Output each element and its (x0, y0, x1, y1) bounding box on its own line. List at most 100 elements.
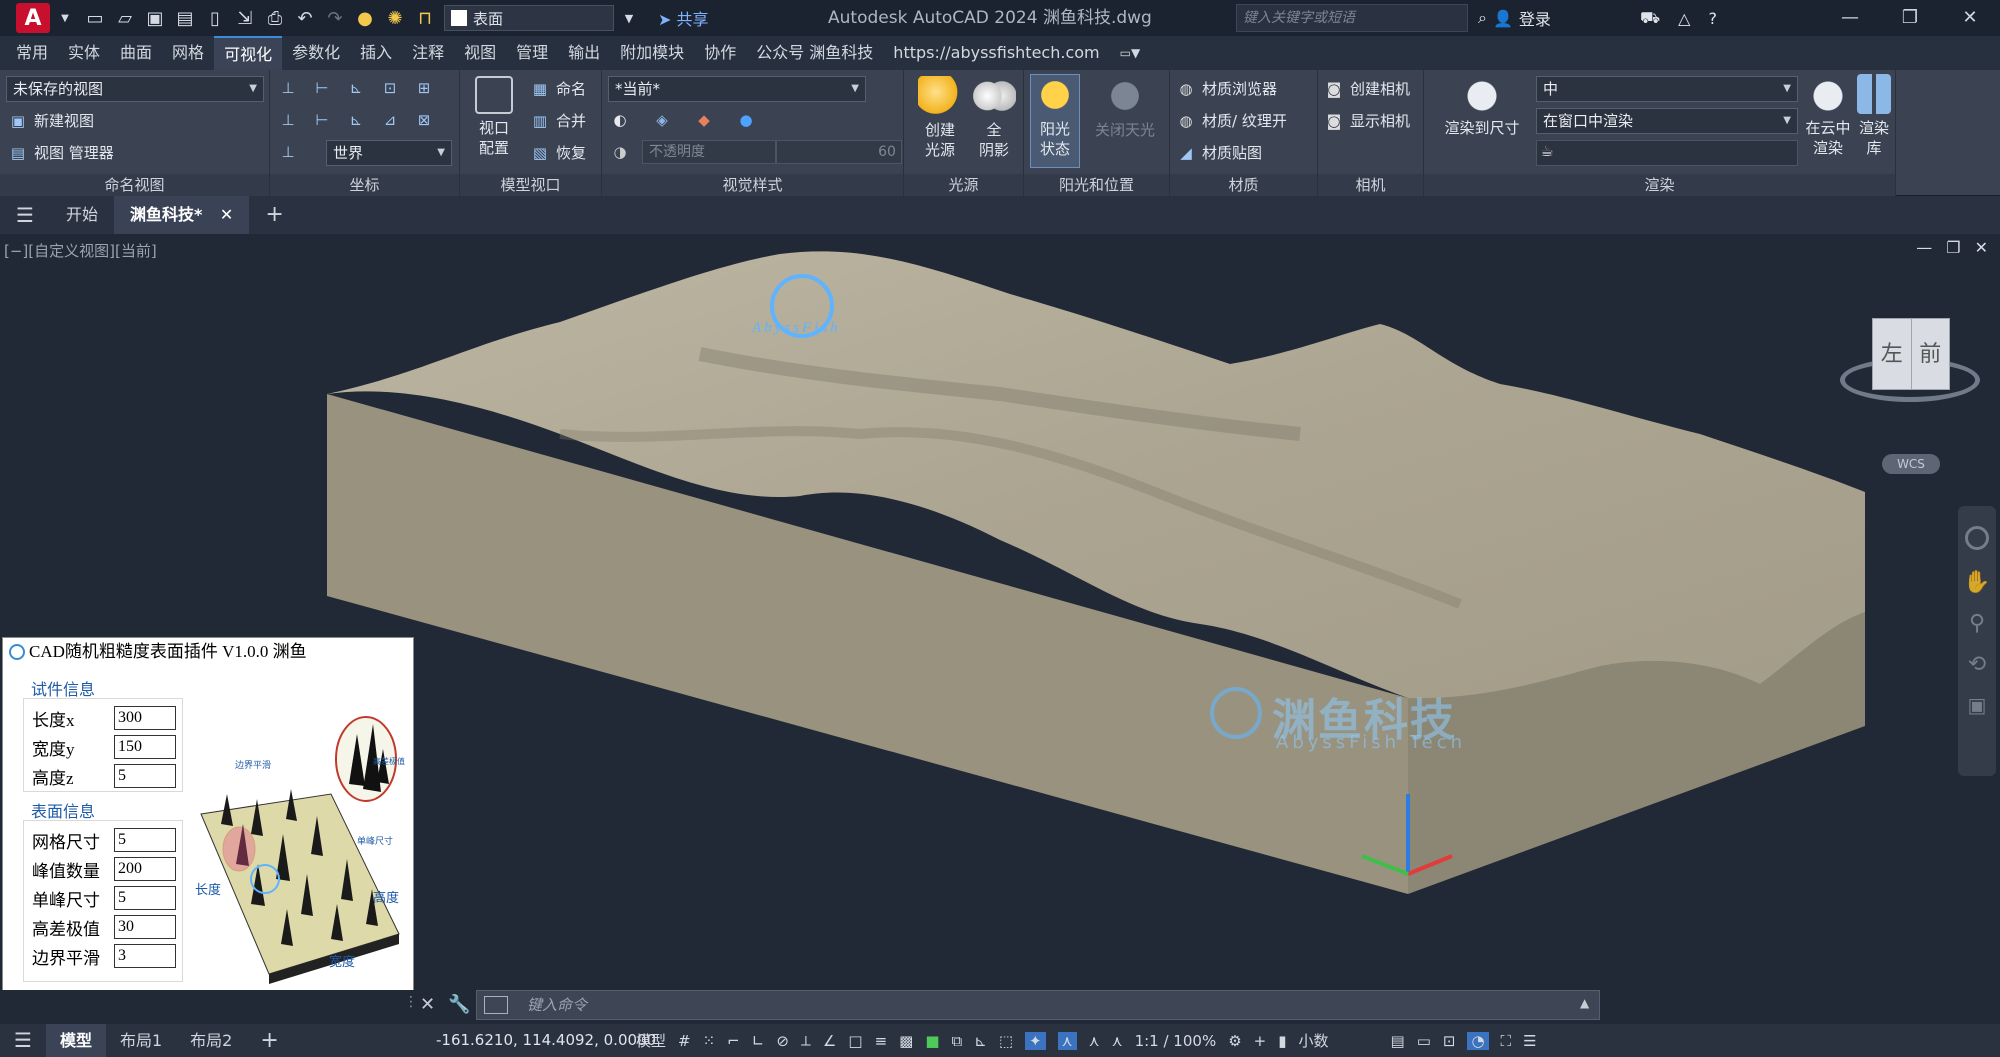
opacity-toggle[interactable]: ◑ (610, 142, 630, 162)
tab-output[interactable]: 输出 (558, 36, 610, 70)
search-input[interactable]: 键入关键字或短语 (1236, 4, 1468, 32)
panel-label[interactable]: 视觉样式 (602, 174, 903, 196)
sun-icon[interactable]: ✺ (382, 0, 408, 36)
orbit-icon[interactable]: ⟲ (1958, 652, 1996, 677)
export-icon[interactable]: ⇲ (232, 0, 258, 36)
named-view-dropdown[interactable]: 未保存的视图 (6, 76, 264, 102)
zoom-icon[interactable]: ⚲ (1958, 611, 1996, 636)
annotation-monitor-icon[interactable]: + (1254, 1032, 1267, 1050)
cursor-coordinates[interactable]: -161.6210, 114.4092, 0.0000 (436, 1024, 656, 1057)
opacity-placeholder[interactable]: 不透明度 (642, 140, 776, 164)
isolate-objects-icon[interactable]: ⊡ (1443, 1032, 1456, 1050)
sky-off-button[interactable]: 关闭天光 (1088, 76, 1162, 140)
tab-view[interactable]: 视图 (454, 36, 506, 70)
sphere-icon[interactable]: ● (736, 110, 756, 130)
material-browser-button[interactable]: ◍ 材质浏览器 (1176, 78, 1277, 99)
model-space-button[interactable]: 模型 (636, 1030, 666, 1051)
panel-label[interactable]: 光源 (904, 174, 1023, 196)
ucs-x-icon[interactable]: ⊾ (346, 78, 366, 98)
minimize-icon[interactable]: — (1820, 0, 1880, 36)
menu-hamburger-icon[interactable]: ☰ (0, 196, 50, 234)
add-layout-icon[interactable]: + (246, 1024, 292, 1057)
dynamic-ucs-icon[interactable]: ⊾ (974, 1032, 987, 1050)
edge-color-icon[interactable]: ◆ (694, 110, 714, 130)
share-button[interactable]: ➤ 共享 (658, 6, 709, 30)
annotation-scale[interactable]: 1:1 / 100% (1135, 1032, 1217, 1050)
panel-label[interactable]: 阳光和位置 (1024, 174, 1169, 196)
steering-wheel-icon[interactable] (1965, 526, 1989, 550)
3d-osnap-icon[interactable]: ⧉ (952, 1032, 963, 1050)
render-library-button[interactable]: 渲染 库 (1854, 74, 1894, 158)
vport-merge-button[interactable]: ▥ 合并 (530, 110, 586, 131)
tab-website[interactable]: https://abyssfishtech.com (883, 36, 1109, 70)
ucs-view-icon[interactable]: ⊡ (380, 78, 400, 98)
auto-scale-icon[interactable]: ⋏ (1089, 1032, 1100, 1050)
login-button[interactable]: ⌕ 👤 登录 (1478, 0, 1551, 36)
length-input[interactable]: 300 (114, 706, 176, 730)
viewcube-front-face[interactable]: 前 (1912, 319, 1950, 389)
view-manager-button[interactable]: ▤ 视图 管理器 (8, 142, 114, 163)
tab-start[interactable]: 开始 (50, 196, 114, 234)
tab-layout1[interactable]: 布局1 (106, 1024, 176, 1057)
app-menu-button[interactable]: A (16, 3, 50, 33)
tab-insert[interactable]: 插入 (350, 36, 402, 70)
selection-cycling-icon[interactable]: ■ (925, 1032, 939, 1050)
height-diff-input[interactable]: 30 (114, 915, 176, 939)
infer-constraints-icon[interactable]: ⌐ (727, 1032, 740, 1050)
vport-name-button[interactable]: ▦ 命名 (530, 78, 586, 99)
edge-smooth-input[interactable]: 3 (114, 944, 176, 968)
close-icon[interactable]: ✕ (1940, 0, 2000, 36)
clean-screen-icon[interactable]: ⛶ (1501, 1032, 1512, 1050)
status-menu-icon[interactable]: ☰ (0, 1024, 46, 1057)
lock-ui-icon[interactable]: ▭ (1417, 1032, 1431, 1050)
dropdown-arrow-icon[interactable]: ▼ (52, 0, 78, 36)
print-icon[interactable]: ⎙ (262, 0, 288, 36)
viewport-label[interactable]: [−][自定义视图][当前] (4, 240, 157, 261)
redo-icon[interactable]: ↷ (322, 0, 348, 36)
cmd-history-icon[interactable]: ▲ (1580, 996, 1589, 1010)
ucs-previous-icon[interactable]: ⊥ (278, 142, 298, 162)
wcs-menu[interactable]: WCS (1882, 454, 1940, 474)
tab-layout2[interactable]: 布局2 (176, 1024, 246, 1057)
viewport-minimize-icon[interactable]: — (1916, 238, 1932, 257)
tab-visualize[interactable]: 可视化 (214, 36, 283, 70)
customization-icon[interactable]: ☰ (1523, 1032, 1536, 1050)
shadow-button[interactable]: 全 阴影 (968, 76, 1020, 160)
undo-icon[interactable]: ↶ (292, 0, 318, 36)
cmd-grip-icon[interactable]: ⋮ (404, 994, 418, 1010)
visual-style-dropdown[interactable]: *当前* (608, 76, 866, 102)
tab-collaborate[interactable]: 协作 (694, 36, 746, 70)
units-dropdown[interactable]: 小数 (1299, 1030, 1379, 1051)
new-file-icon[interactable]: ▭ (82, 0, 108, 36)
search-icon[interactable]: ⌕ (1478, 8, 1487, 28)
lightbulb-icon[interactable]: ● (352, 0, 378, 36)
lineweight-icon[interactable]: ≡ (875, 1032, 888, 1050)
close-tab-icon[interactable]: ✕ (220, 205, 233, 224)
snap-icon[interactable]: ⁙ (703, 1032, 716, 1050)
render-quality-dropdown[interactable]: 中 (1536, 76, 1798, 102)
tab-manage[interactable]: 管理 (506, 36, 558, 70)
height-input[interactable]: 5 (114, 764, 176, 788)
units-icon[interactable]: ▮ (1278, 1032, 1286, 1050)
quick-properties-icon[interactable]: ▤ (1391, 1032, 1405, 1050)
save-icon[interactable]: ▣ (142, 0, 168, 36)
peak-size-input[interactable]: 5 (114, 886, 176, 910)
restore-icon[interactable]: ❐ (1880, 0, 1940, 36)
open-folder-icon[interactable]: ▱ (112, 0, 138, 36)
viewport-close-icon[interactable]: ✕ (1975, 238, 1988, 257)
material-texture-button[interactable]: ◍ 材质/ 纹理开 (1176, 110, 1286, 131)
sun-status-button[interactable]: 阳光 状态 (1030, 74, 1080, 168)
new-tab-icon[interactable]: + (249, 196, 299, 234)
create-light-button[interactable]: 创建 光源 (912, 76, 968, 160)
ribbon-toggle-icon[interactable]: ▭▼ (1110, 36, 1151, 70)
tab-addins[interactable]: 附加模块 (610, 36, 694, 70)
polar-icon[interactable]: ⊘ (776, 1032, 789, 1050)
object-snap-icon[interactable]: □ (848, 1032, 862, 1050)
peak-count-input[interactable]: 200 (114, 857, 176, 881)
transparency-icon[interactable]: ▩ (899, 1032, 913, 1050)
showmotion-icon[interactable]: ▣ (1958, 693, 1996, 717)
gizmo-icon[interactable]: ✦ (1025, 1031, 1046, 1050)
grid-icon[interactable]: # (678, 1032, 691, 1050)
viewcube-box[interactable]: 左 前 (1872, 318, 1950, 390)
autodesk-icon[interactable]: △ (1678, 9, 1690, 28)
